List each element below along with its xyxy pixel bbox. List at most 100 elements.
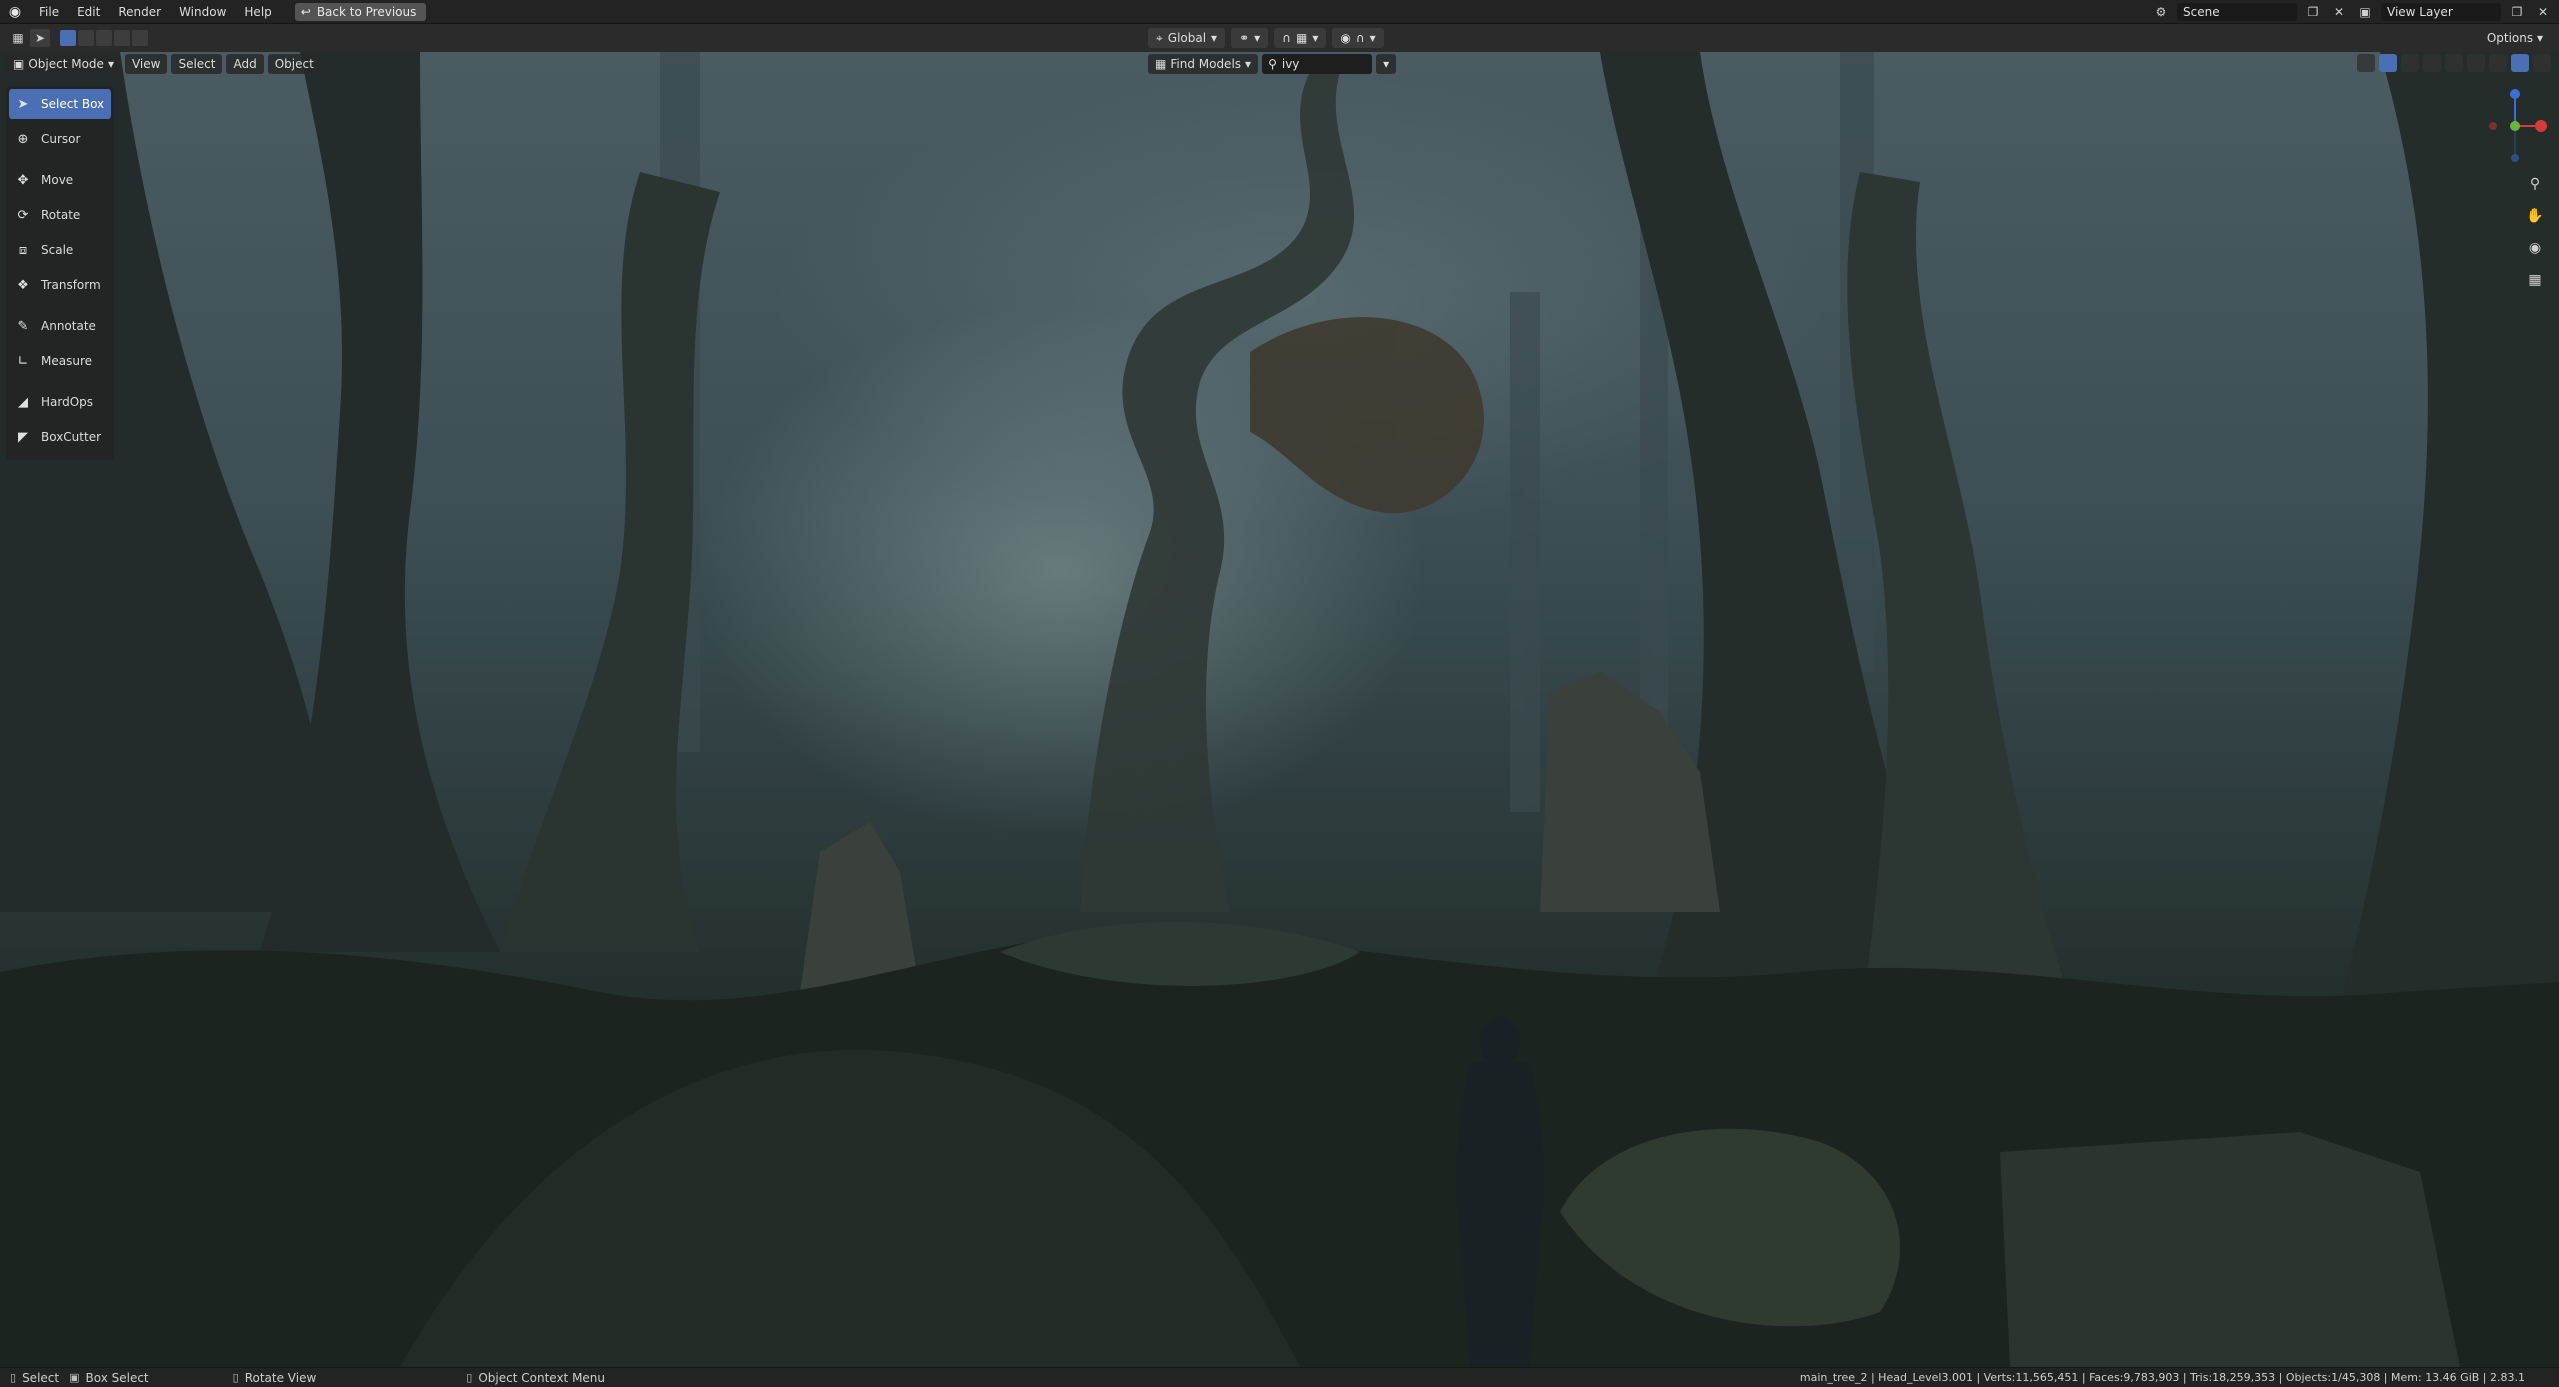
tool-label: Move: [41, 173, 74, 187]
shading-material-icon[interactable]: [2489, 54, 2507, 72]
falloff-icon: ∩: [1355, 31, 1365, 45]
menu-select[interactable]: Select: [171, 54, 223, 74]
menu-render[interactable]: Render: [109, 0, 170, 24]
menu-file[interactable]: File: [30, 0, 68, 24]
status-bar: ▯ Select ▣ Box Select ▯ Rotate View ▯ Ob…: [0, 1367, 2559, 1387]
gizmo-x-handle[interactable]: [2535, 120, 2547, 132]
menu-help[interactable]: Help: [235, 0, 280, 24]
status-box-select: ▣ Box Select: [59, 1371, 149, 1385]
shading-wireframe-icon[interactable]: [2445, 54, 2463, 72]
object-mode-icon: ▣: [13, 57, 25, 71]
tool-hardops[interactable]: ◢ HardOps: [9, 387, 111, 417]
status-select: ▯ Select: [0, 1371, 59, 1385]
tool-annotate[interactable]: ✎ Annotate: [9, 311, 111, 341]
box-select-icon: ▣: [69, 1371, 80, 1384]
shading-rendered-icon[interactable]: [2511, 54, 2529, 72]
grid-icon: ▦: [1155, 57, 1167, 71]
tool-cursor[interactable]: ⊕ Cursor: [9, 124, 111, 154]
rotate-icon: ⟳: [17, 207, 29, 223]
measure-icon: ∟: [17, 353, 29, 369]
scene-selector-icon[interactable]: ⚙: [2151, 3, 2171, 21]
object-mode-label: Object Mode: [28, 57, 104, 71]
tool-scale[interactable]: ⧈ Scale: [9, 235, 111, 265]
select-invert-icon[interactable]: [114, 30, 130, 46]
new-scene-icon[interactable]: ❐: [2303, 3, 2323, 21]
menu-object[interactable]: Object: [267, 54, 321, 74]
select-intersect-icon[interactable]: [132, 30, 148, 46]
tool-boxcutter[interactable]: ◤ BoxCutter: [9, 422, 111, 452]
gizmo-y-handle[interactable]: [2510, 121, 2520, 131]
search-dropdown[interactable]: ▾: [1376, 54, 1397, 74]
pivot-point-dropdown[interactable]: ⚭ ▾: [1231, 28, 1269, 48]
mouse-left-icon: ▯: [10, 1371, 17, 1384]
tool-move[interactable]: ✥ Move: [9, 165, 111, 195]
gizmo-neg-x-handle[interactable]: [2489, 122, 2497, 130]
gizmo-toggle-icon[interactable]: [2379, 54, 2397, 72]
perspective-grid-icon[interactable]: ▦: [2525, 270, 2545, 290]
view-layer-field[interactable]: View Layer: [2381, 3, 2501, 21]
find-models-dropdown[interactable]: ▦ Find Models ▾: [1148, 54, 1259, 74]
select-subtract-icon[interactable]: [96, 30, 112, 46]
shading-solid-icon[interactable]: [2467, 54, 2485, 72]
scale-icon: ⧈: [18, 242, 28, 258]
search-input[interactable]: ⚲ ivy: [1262, 54, 1373, 74]
editor-type-icon[interactable]: ▦: [8, 29, 28, 47]
view-layer-icon[interactable]: ▣: [2355, 3, 2375, 21]
camera-view-icon[interactable]: ◉: [2525, 238, 2545, 258]
gizmo-z-handle[interactable]: [2510, 89, 2520, 99]
mouse-right-icon: ▯: [466, 1371, 473, 1384]
proportional-edit-icon: ◉: [1340, 31, 1351, 45]
options-label: Options: [2486, 31, 2534, 45]
transform-settings: ⌖ Global ▾ ⚭ ▾ ∩ ▦ ▾ ◉ ∩ ▾: [1148, 28, 1384, 48]
shading-options-icon[interactable]: [2533, 54, 2551, 72]
object-mode-dropdown[interactable]: ▣ Object Mode ▾: [6, 54, 121, 74]
delete-scene-icon[interactable]: ✕: [2329, 3, 2349, 21]
new-view-layer-icon[interactable]: ❐: [2507, 3, 2527, 21]
3d-viewport[interactable]: [0, 52, 2559, 1367]
visibility-icon[interactable]: [2357, 54, 2375, 72]
top-right-controls: ⚙ Scene ❐ ✕ ▣ View Layer ❐ ✕: [2151, 0, 2559, 24]
search-icon: ⚲: [1268, 57, 1277, 71]
tool-measure[interactable]: ∟ Measure: [9, 346, 111, 376]
tool-transform[interactable]: ❖ Transform: [9, 270, 111, 300]
tool-select-box[interactable]: ➤ Select Box: [9, 89, 111, 119]
blender-logo-icon[interactable]: ◉: [0, 0, 30, 24]
orientation-label: Global: [1167, 31, 1207, 45]
orientation-icon: ⌖: [1156, 30, 1163, 45]
scene-statistics: main_tree_2 | Head_Level3.001 | Verts:11…: [1799, 1371, 2525, 1384]
search-value: ivy: [1281, 57, 1300, 71]
select-extend-icon[interactable]: [78, 30, 94, 46]
chevron-down-icon: ▾: [1245, 57, 1252, 71]
pan-hand-icon[interactable]: ✋: [2525, 206, 2545, 226]
menu-edit[interactable]: Edit: [68, 0, 109, 24]
find-models-label: Find Models: [1170, 57, 1242, 71]
transform-orientation-dropdown[interactable]: ⌖ Global ▾: [1148, 28, 1226, 48]
menu-view[interactable]: View: [124, 54, 168, 74]
snap-target-icon: ▦: [1295, 31, 1308, 45]
delete-view-layer-icon[interactable]: ✕: [2533, 3, 2553, 21]
pivot-icon: ⚭: [1239, 31, 1250, 45]
view-layer-name: View Layer: [2387, 5, 2453, 19]
mouse-middle-icon: ▯: [232, 1371, 239, 1384]
zoom-icon[interactable]: ⚲: [2525, 174, 2545, 194]
xray-icon[interactable]: [2423, 54, 2441, 72]
overlays-icon[interactable]: [2401, 54, 2419, 72]
tool-rotate[interactable]: ⟳ Rotate: [9, 200, 111, 230]
active-tool-icon[interactable]: ➤: [30, 29, 50, 47]
back-to-previous-button[interactable]: ↩ Back to Previous: [294, 2, 427, 21]
snap-toggle[interactable]: ∩ ▦ ▾: [1274, 28, 1327, 48]
move-icon: ✥: [17, 172, 29, 188]
status-context-menu: ▯ Object Context Menu: [316, 1371, 605, 1385]
select-new-icon[interactable]: [60, 30, 76, 46]
tool-label: Select Box: [41, 97, 105, 111]
options-dropdown[interactable]: Options ▾: [2479, 28, 2551, 48]
menu-add[interactable]: Add: [226, 54, 264, 74]
menu-window[interactable]: Window: [170, 0, 235, 24]
gizmo-neg-z-handle[interactable]: [2511, 154, 2519, 162]
select-box-icon: ➤: [17, 96, 29, 112]
proportional-edit-toggle[interactable]: ◉ ∩ ▾: [1332, 28, 1384, 48]
tool-label: Transform: [41, 278, 101, 292]
hardops-icon: ◢: [18, 394, 28, 410]
scene-field[interactable]: Scene: [2177, 3, 2297, 21]
navigation-gizmo[interactable]: [2479, 84, 2549, 174]
